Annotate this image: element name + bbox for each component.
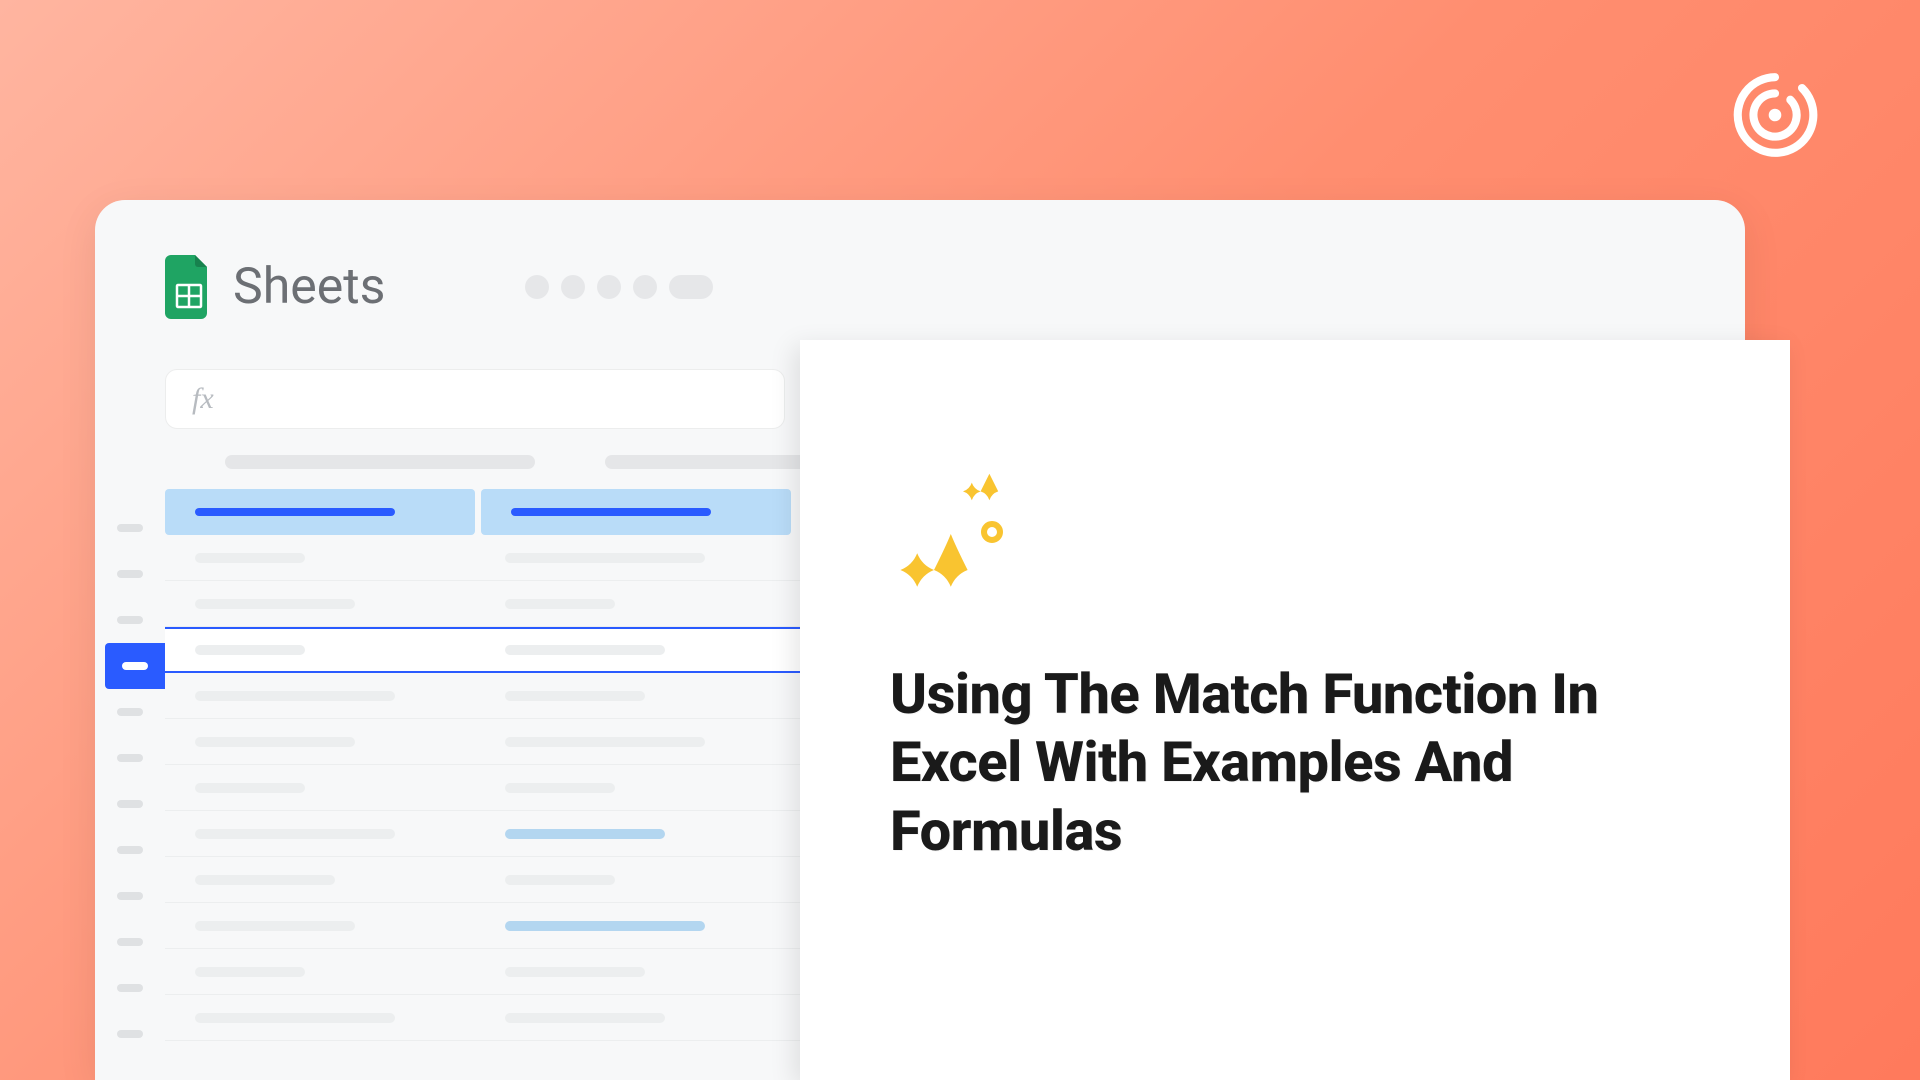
sparkle-decoration (890, 470, 1020, 590)
cell[interactable] (475, 875, 785, 885)
formula-bar[interactable]: fx (165, 369, 785, 429)
cell[interactable] (165, 691, 475, 701)
article-card: Using The Match Function In Excel With E… (800, 340, 1790, 1080)
concentric-c-icon (1730, 70, 1820, 160)
header-cell[interactable] (481, 489, 791, 535)
cell[interactable] (475, 553, 785, 563)
column-header[interactable] (225, 455, 535, 469)
row-number[interactable] (95, 735, 165, 781)
row-number[interactable] (95, 873, 165, 919)
cell[interactable] (165, 599, 475, 609)
toolbar-dot (525, 275, 549, 299)
toolbar-dot (597, 275, 621, 299)
cell[interactable] (165, 829, 475, 839)
toolbar-pill (669, 275, 713, 299)
sheets-header: Sheets (95, 255, 1745, 319)
cell[interactable] (165, 875, 475, 885)
fx-label: fx (192, 382, 214, 416)
cell[interactable] (475, 1013, 785, 1023)
sparkle-icon (890, 470, 1020, 590)
cell[interactable] (165, 1013, 475, 1023)
toolbar-dot (633, 275, 657, 299)
row-number[interactable] (95, 689, 165, 735)
cell[interactable] (165, 783, 475, 793)
row-numbers (95, 505, 165, 1057)
google-sheets-icon (165, 255, 213, 319)
row-number-selected[interactable] (105, 643, 165, 689)
cell[interactable] (475, 783, 785, 793)
row-number[interactable] (95, 505, 165, 551)
app-title: Sheets (233, 258, 385, 316)
cell[interactable] (165, 645, 475, 655)
cell[interactable] (475, 737, 785, 747)
header-cell[interactable] (165, 489, 475, 535)
row-number[interactable] (95, 781, 165, 827)
cell[interactable] (475, 599, 785, 609)
cell[interactable] (165, 967, 475, 977)
cell[interactable] (165, 737, 475, 747)
row-number[interactable] (95, 919, 165, 965)
cell[interactable] (165, 921, 475, 931)
cell[interactable] (475, 921, 785, 931)
toolbar-dot (561, 275, 585, 299)
row-number[interactable] (95, 827, 165, 873)
brand-logo (1730, 70, 1820, 160)
article-title: Using The Match Function In Excel With E… (890, 660, 1700, 865)
cell[interactable] (475, 829, 785, 839)
row-number[interactable] (95, 597, 165, 643)
cell[interactable] (475, 645, 785, 655)
cell[interactable] (475, 967, 785, 977)
cell[interactable] (165, 553, 475, 563)
cell[interactable] (475, 691, 785, 701)
row-number[interactable] (95, 551, 165, 597)
row-number[interactable] (95, 1011, 165, 1057)
toolbar-placeholder (525, 275, 713, 299)
row-number[interactable] (95, 965, 165, 1011)
